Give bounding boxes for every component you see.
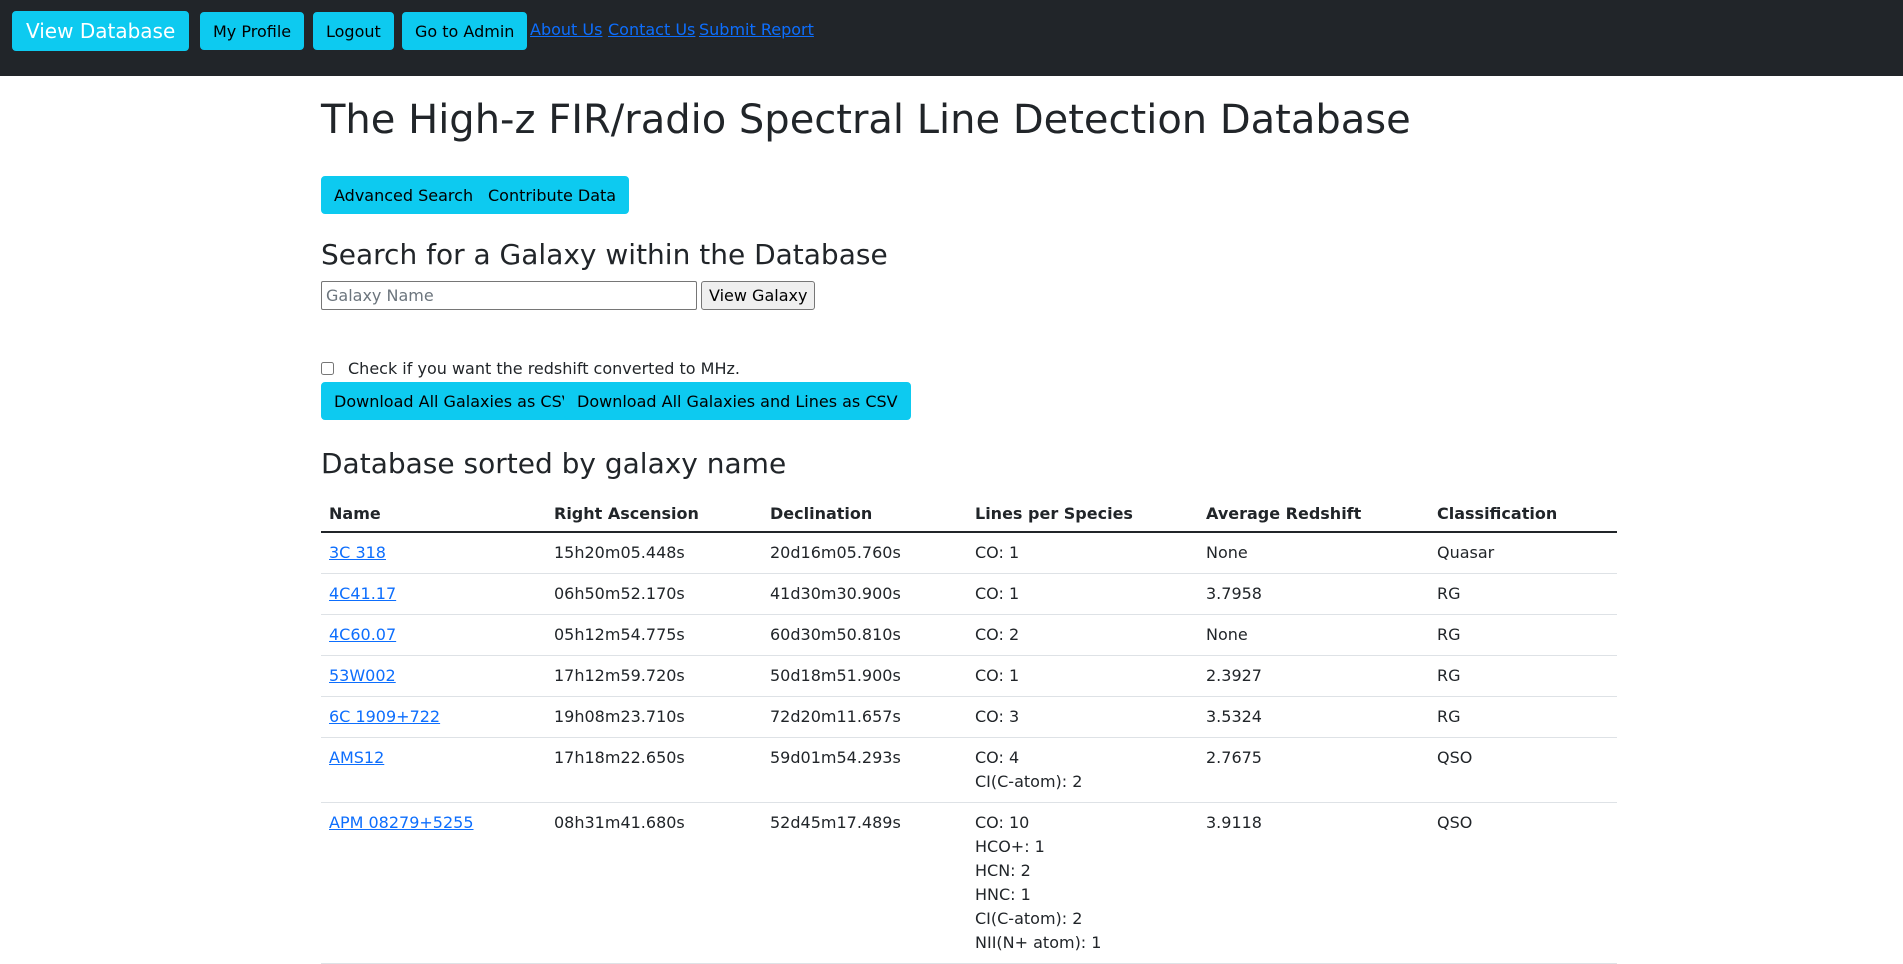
cell-dec: 20d16m05.760s (762, 532, 967, 574)
cell-ra: 15h20m05.448s (546, 532, 762, 574)
cell-name: 4C41.17 (321, 573, 546, 615)
cell-classification: QSO (1429, 737, 1617, 803)
line-species-count: HCN: 2 (975, 861, 1031, 880)
galaxy-table: Name Right Ascension Declination Lines p… (321, 490, 1617, 964)
cell-lines: CO: 2 (967, 614, 1198, 656)
convert-mhz-label: Check if you want the redshift converted… (348, 359, 740, 378)
cell-name: 4C60.07 (321, 614, 546, 656)
cell-redshift: 2.3927 (1198, 655, 1429, 697)
cell-lines: CO: 10 HCO+: 1 HCN: 2 HNC: 1 CI(C-atom): 2 NI… (967, 802, 1198, 964)
line-species-count: CI(C-atom): 2 (975, 909, 1083, 928)
table-row: AMS12 17h18m22.650s 59d01m54.293s CO: 4 CI(C… (321, 737, 1617, 803)
table-body: 3C 318 15h20m05.448s 20d16m05.760s CO: 1 Non… (321, 532, 1617, 964)
cell-dec: 72d20m11.657s (762, 696, 967, 738)
table-row: 3C 318 15h20m05.448s 20d16m05.760s CO: 1 Non… (321, 532, 1617, 574)
line-species-count: HNC: 1 (975, 885, 1031, 904)
cell-redshift: None (1198, 532, 1429, 574)
line-species-count: CO: 1 (975, 584, 1020, 603)
cell-redshift: 3.5324 (1198, 696, 1429, 738)
cell-lines: CO: 1 (967, 573, 1198, 615)
cell-classification: Quasar (1429, 532, 1617, 574)
cell-classification: RG (1429, 573, 1617, 615)
download-galaxies-lines-csv-button[interactable]: Download All Galaxies and Lines as CSV (564, 382, 911, 420)
cell-dec: 59d01m54.293s (762, 737, 967, 803)
cell-dec: 60d30m50.810s (762, 614, 967, 656)
column-header-name: Name (321, 490, 546, 533)
line-species-count: CO: 2 (975, 625, 1020, 644)
line-species-count: NII(N+ atom): 1 (975, 933, 1102, 952)
my-profile-button[interactable]: My Profile (200, 12, 305, 50)
cell-dec: 52d45m17.489s (762, 802, 967, 964)
cell-redshift: 3.9118 (1198, 802, 1429, 964)
line-species-count: CO: 4 (975, 748, 1020, 767)
submit-report-link[interactable]: Submit Report (699, 20, 814, 39)
contribute-data-button[interactable]: Contribute Data (475, 176, 630, 214)
column-header-dec: Declination (762, 490, 967, 533)
cell-name: 6C 1909+722 (321, 696, 546, 738)
cell-lines: CO: 1 (967, 532, 1198, 574)
convert-mhz-checkbox[interactable] (321, 362, 334, 375)
cell-redshift: 2.7675 (1198, 737, 1429, 803)
cell-classification: QSO (1429, 802, 1617, 964)
cell-ra: 06h50m52.170s (546, 573, 762, 615)
galaxy-link[interactable]: 4C41.17 (329, 584, 396, 603)
cell-redshift: 3.7958 (1198, 573, 1429, 615)
column-header-redshift: Average Redshift (1198, 490, 1429, 533)
cell-ra: 08h31m41.680s (546, 802, 762, 964)
galaxy-name-input[interactable] (321, 281, 697, 310)
cell-ra: 17h12m59.720s (546, 655, 762, 697)
logout-button[interactable]: Logout (313, 12, 394, 50)
line-species-count: CO: 1 (975, 543, 1020, 562)
search-heading: Search for a Galaxy within the Database (321, 238, 888, 271)
cell-name: AMS12 (321, 737, 546, 803)
cell-dec: 41d30m30.900s (762, 573, 967, 615)
download-galaxies-csv-button[interactable]: Download All Galaxies as CSV (321, 382, 586, 420)
table-row: 6C 1909+722 19h08m23.710s 72d20m11.657s CO:… (321, 696, 1617, 738)
line-species-count: HCO+: 1 (975, 837, 1045, 856)
galaxy-link[interactable]: 3C 318 (329, 543, 386, 562)
cell-ra: 05h12m54.775s (546, 614, 762, 656)
contact-us-link[interactable]: Contact Us (608, 20, 695, 39)
cell-redshift: None (1198, 614, 1429, 656)
galaxy-link[interactable]: APM 08279+5255 (329, 813, 474, 832)
cell-name: APM 08279+5255 (321, 802, 546, 964)
line-species-count: CO: 3 (975, 707, 1020, 726)
about-us-link[interactable]: About Us (530, 20, 602, 39)
column-header-classification: Classification (1429, 490, 1617, 533)
table-row: APM 08279+5255 08h31m41.680s 52d45m17.489s… (321, 802, 1617, 964)
line-species-count: CO: 1 (975, 666, 1020, 685)
cell-lines: CO: 1 (967, 655, 1198, 697)
cell-lines: CO: 4 CI(C-atom): 2 (967, 737, 1198, 803)
top-navbar: View Database My Profile Logout Go to Ad… (0, 0, 1903, 76)
galaxy-link[interactable]: 6C 1909+722 (329, 707, 440, 726)
cell-dec: 50d18m51.900s (762, 655, 967, 697)
cell-classification: RG (1429, 614, 1617, 656)
table-heading: Database sorted by galaxy name (321, 447, 787, 480)
page-title: The High-z FIR/radio Spectral Line Detec… (321, 97, 1411, 143)
cell-lines: CO: 3 (967, 696, 1198, 738)
column-header-lines: Lines per Species (967, 490, 1198, 533)
cell-name: 3C 318 (321, 532, 546, 574)
line-species-count: CO: 10 (975, 813, 1030, 832)
view-database-button[interactable]: View Database (12, 11, 190, 51)
column-header-ra: Right Ascension (546, 490, 762, 533)
cell-ra: 17h18m22.650s (546, 737, 762, 803)
galaxy-link[interactable]: 4C60.07 (329, 625, 396, 644)
view-galaxy-button[interactable]: View Galaxy (701, 281, 816, 310)
go-to-admin-button[interactable]: Go to Admin (402, 12, 528, 50)
cell-name: 53W002 (321, 655, 546, 697)
table-row: 4C41.17 06h50m52.170s 41d30m30.900s CO: 1 3.… (321, 573, 1617, 615)
table-row: 4C60.07 05h12m54.775s 60d30m50.810s CO: 2 No… (321, 614, 1617, 656)
line-species-count: CI(C-atom): 2 (975, 772, 1083, 791)
galaxy-link[interactable]: AMS12 (329, 748, 384, 767)
galaxy-link[interactable]: 53W002 (329, 666, 396, 685)
advanced-search-button[interactable]: Advanced Search (321, 176, 487, 214)
cell-classification: RG (1429, 655, 1617, 697)
cell-classification: RG (1429, 696, 1617, 738)
table-header-row: Name Right Ascension Declination Lines p… (321, 490, 1617, 533)
table-row: 53W002 17h12m59.720s 50d18m51.900s CO: 1 2.3… (321, 655, 1617, 697)
cell-ra: 19h08m23.710s (546, 696, 762, 738)
